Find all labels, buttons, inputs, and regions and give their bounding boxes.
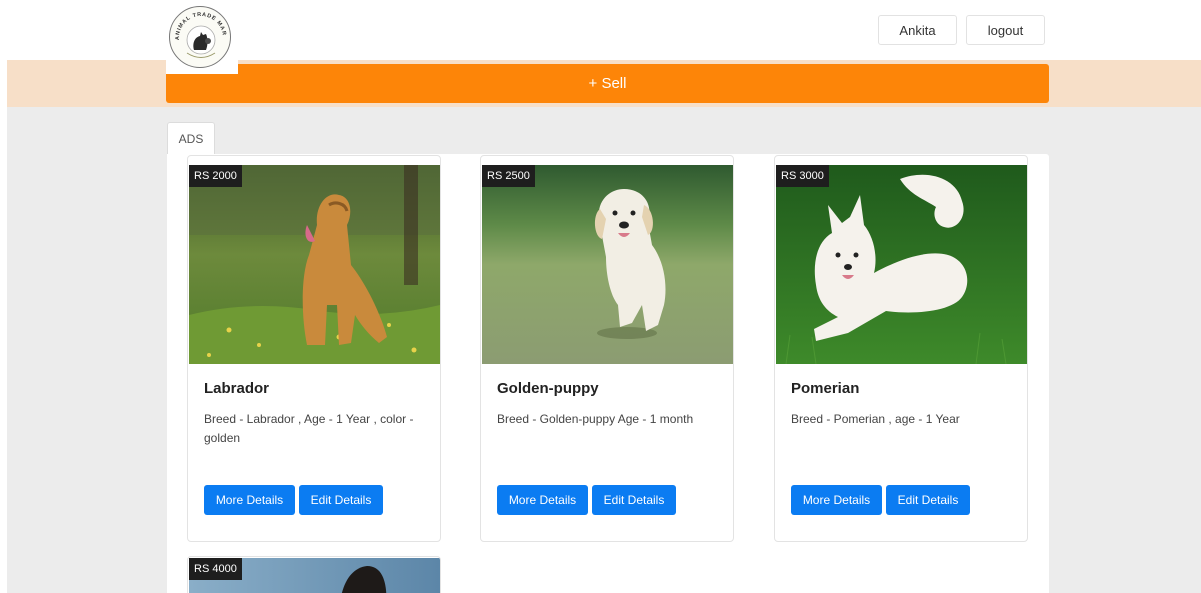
- ad-card: RS 2500 Golden-puppy Breed - Golden-pupp…: [480, 155, 734, 542]
- logo-icon: ANIMAL TRADE MART: [170, 7, 226, 58]
- ad-card: RS 3000 Pomerian Breed - Pomerian , age …: [774, 155, 1028, 542]
- tab-ads[interactable]: ADS: [167, 122, 215, 154]
- ad-title: Golden-puppy: [497, 380, 599, 397]
- price-badge: RS 2500: [482, 165, 535, 187]
- ad-card: RS 4000: [187, 556, 441, 593]
- price-badge: RS 2000: [189, 165, 242, 187]
- more-details-button[interactable]: More Details: [204, 485, 295, 515]
- ad-title: Pomerian: [791, 380, 860, 397]
- pomeranian-dog-image: [776, 165, 1027, 364]
- page: ANIMAL TRADE MART Ankita logout + Sell A…: [7, 0, 1201, 593]
- ad-description: Breed - Pomerian , age - 1 Year: [791, 412, 960, 426]
- price-badge: RS 4000: [189, 558, 242, 580]
- edit-details-button[interactable]: Edit Details: [592, 485, 676, 515]
- ad-title: Labrador: [204, 380, 270, 397]
- edit-details-button[interactable]: Edit Details: [886, 485, 970, 515]
- ad-description: Breed - Golden-puppy Age - 1 month: [497, 412, 694, 426]
- more-details-button[interactable]: More Details: [791, 485, 882, 515]
- price-badge: RS 3000: [776, 165, 829, 187]
- site-logo: ANIMAL TRADE MART: [169, 6, 231, 68]
- labrador-dog-image: [189, 165, 440, 364]
- golden-puppy-image: [482, 165, 733, 364]
- ad-image[interactable]: [776, 165, 1027, 364]
- logo-link[interactable]: ANIMAL TRADE MART: [166, 0, 238, 74]
- edit-details-button[interactable]: Edit Details: [299, 485, 383, 515]
- more-details-button[interactable]: More Details: [497, 485, 588, 515]
- ad-description: Breed - Labrador , Age - 1 Year , color …: [204, 412, 414, 445]
- ad-image[interactable]: [189, 165, 440, 364]
- ad-image[interactable]: [482, 165, 733, 364]
- logout-button[interactable]: logout: [966, 15, 1045, 45]
- user-button[interactable]: Ankita: [878, 15, 957, 45]
- ad-card: RS 2000 Labrador Breed - Labrador , Age …: [187, 155, 441, 542]
- sell-button[interactable]: + Sell: [166, 64, 1049, 103]
